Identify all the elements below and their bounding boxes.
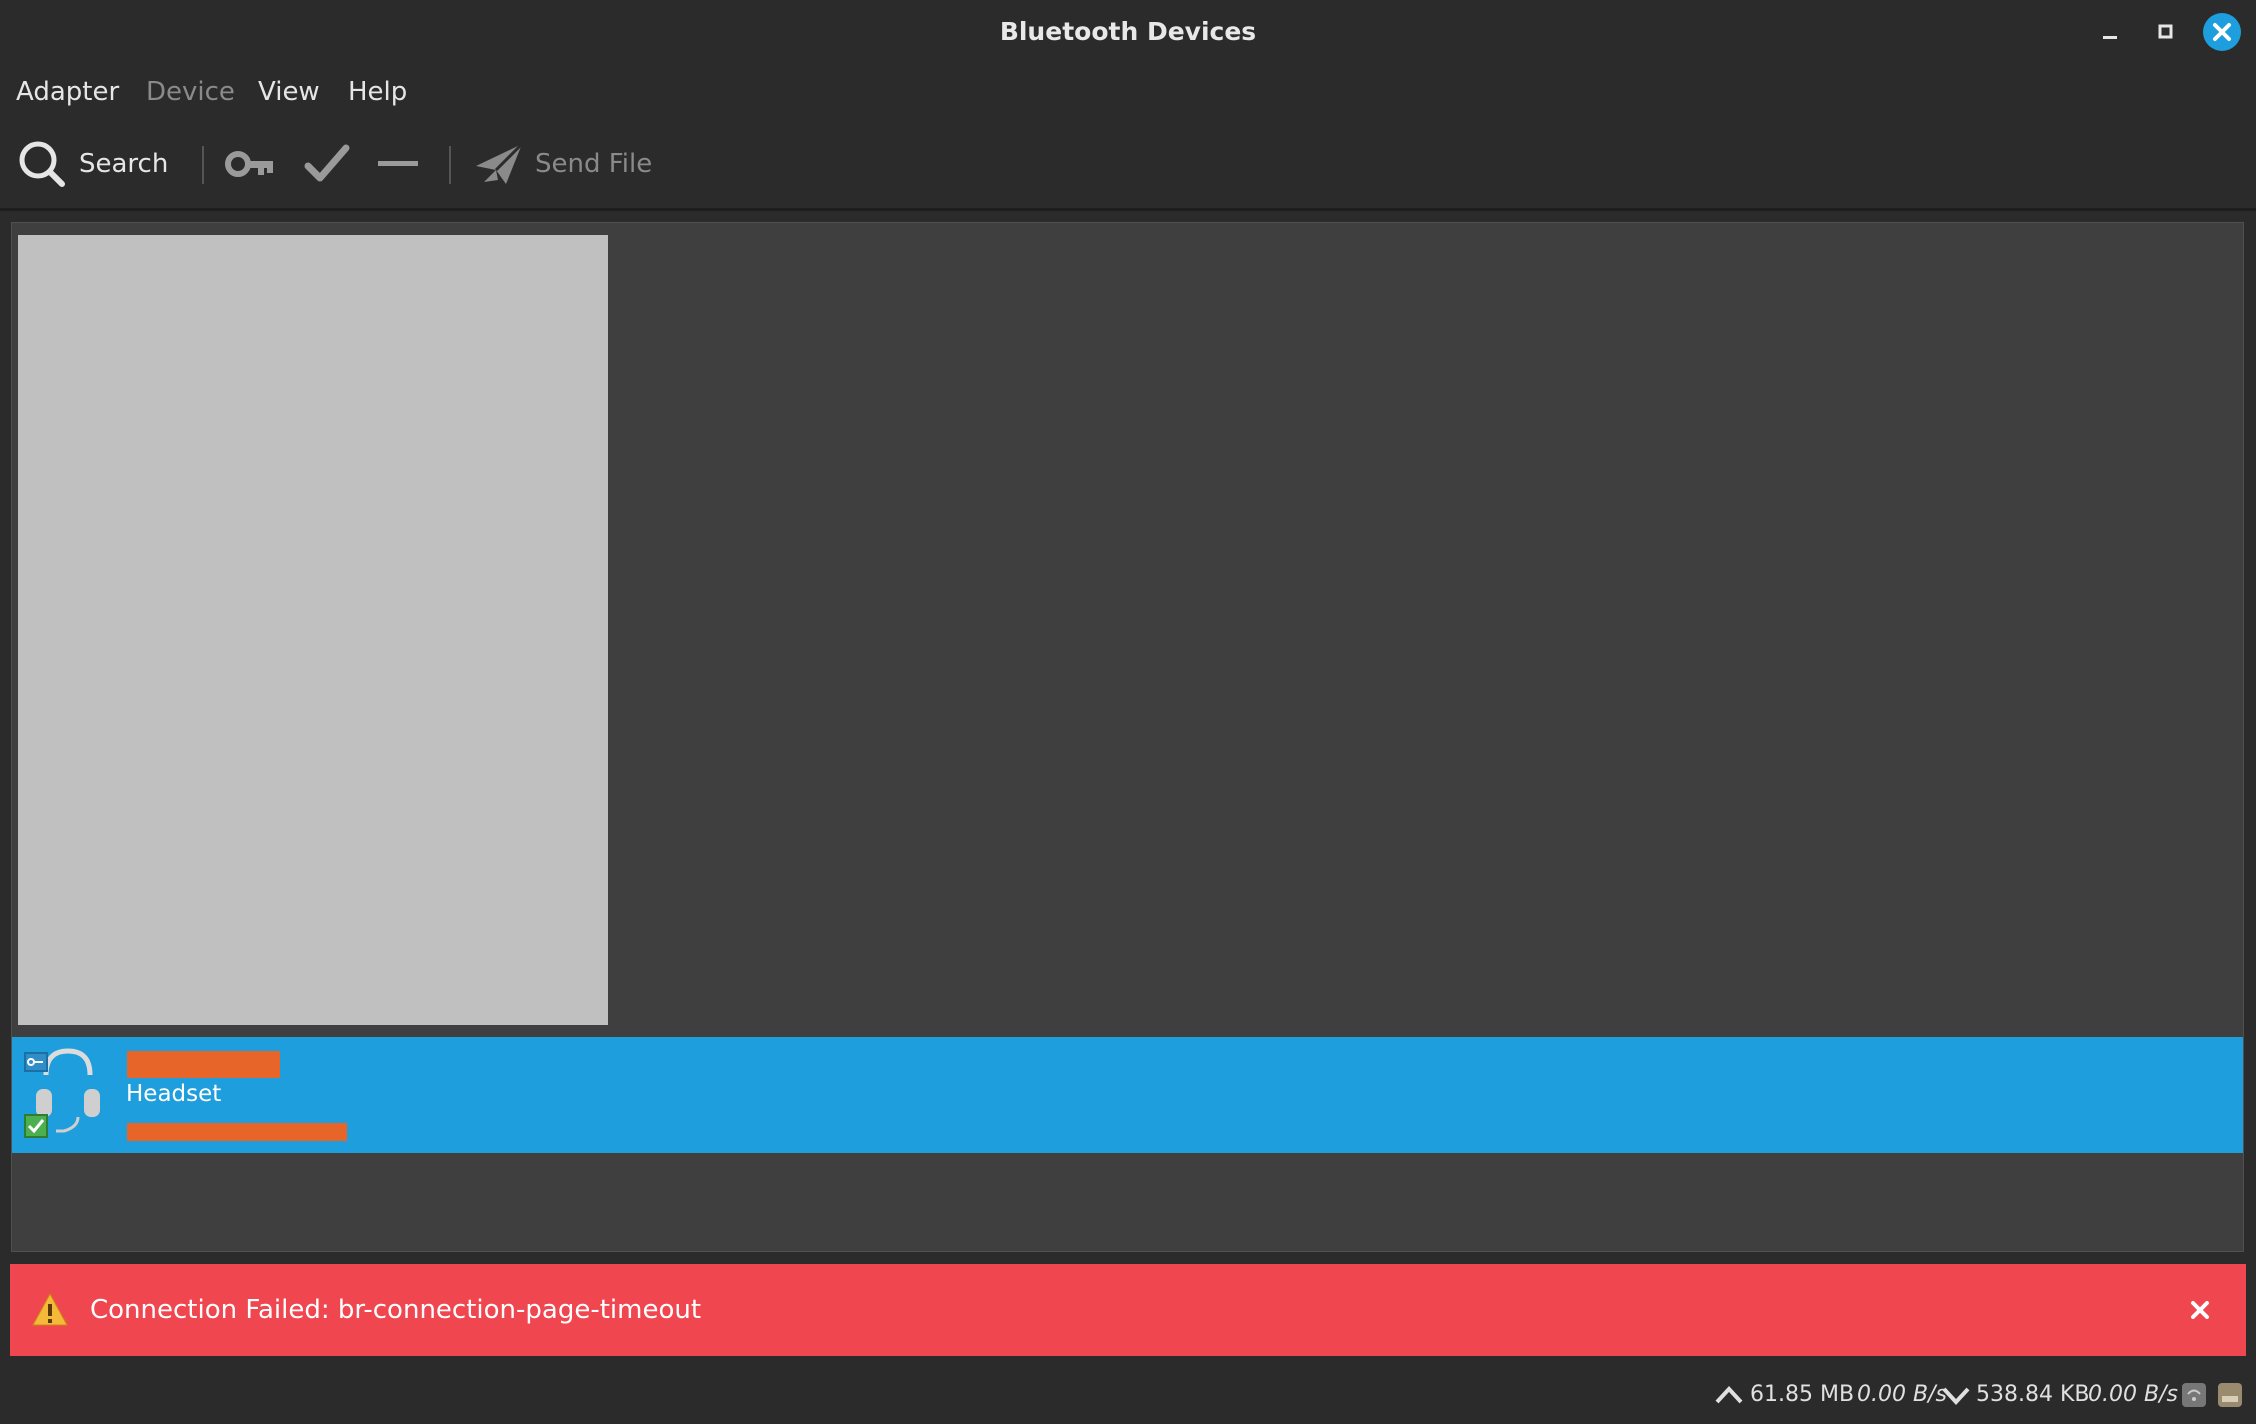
warning-icon	[32, 1292, 68, 1326]
device-name-redacted	[127, 1051, 280, 1078]
upload-arrow-icon	[1715, 1386, 1743, 1404]
remove-button[interactable]	[372, 136, 428, 192]
menu-device[interactable]: Device	[146, 64, 235, 120]
search-button[interactable]: Search	[16, 136, 169, 192]
device-list[interactable]: Headset	[11, 222, 2244, 1252]
toolbar: Search Send File	[0, 120, 2256, 208]
trust-button[interactable]	[300, 136, 356, 192]
dismiss-icon	[2191, 1301, 2209, 1319]
remove-icon	[378, 161, 418, 166]
search-label: Search	[79, 149, 169, 179]
send-file-label: Send File	[535, 149, 653, 179]
menu-help[interactable]: Help	[348, 64, 407, 120]
dismiss-button[interactable]	[2180, 1290, 2220, 1330]
search-icon	[19, 141, 65, 187]
send-file-button[interactable]: Send File	[474, 136, 664, 192]
download-rate: 0.00 B/s	[2088, 1382, 2178, 1407]
device-type: Headset	[126, 1081, 222, 1107]
pair-button[interactable]	[224, 136, 280, 192]
status-bar: 61.85 MB 0.00 B/s 538.84 KB 0.00 B/s	[0, 1366, 2256, 1424]
storage-icon	[2218, 1383, 2242, 1407]
maximize-icon	[2158, 24, 2173, 39]
toolbar-separator	[449, 146, 451, 184]
download-arrow-icon	[1942, 1387, 1970, 1405]
menu-view[interactable]: View	[258, 64, 320, 120]
upload-total: 61.85 MB	[1750, 1382, 1855, 1407]
key-icon	[225, 151, 273, 177]
device-address-redacted	[127, 1123, 347, 1141]
headset-icon	[24, 1048, 100, 1138]
image-placeholder	[18, 235, 608, 1025]
trusted-check-badge	[24, 1114, 48, 1138]
menu-bar: Adapter Device View Help	[0, 64, 2256, 120]
minimize-icon	[2103, 36, 2117, 39]
download-total: 538.84 KB	[1976, 1382, 2090, 1407]
upload-rate: 0.00 B/s	[1857, 1382, 1947, 1407]
window-title: Bluetooth Devices	[999, 17, 1257, 46]
check-icon	[304, 144, 350, 182]
maximize-button[interactable]	[2148, 14, 2184, 50]
close-button[interactable]	[2203, 13, 2241, 51]
toolbar-separator	[202, 146, 204, 184]
title-bar: Bluetooth Devices	[0, 0, 2256, 64]
send-icon	[476, 142, 524, 184]
minimize-button[interactable]	[2092, 14, 2128, 50]
close-icon	[2213, 23, 2231, 41]
device-row[interactable]: Headset	[12, 1037, 2243, 1153]
network-icon	[2182, 1383, 2206, 1407]
error-message: Connection Failed: br-connection-page-ti…	[90, 1295, 702, 1325]
toolbar-divider	[0, 208, 2256, 211]
menu-adapter[interactable]: Adapter	[16, 64, 119, 120]
error-info-bar: Connection Failed: br-connection-page-ti…	[10, 1264, 2246, 1356]
